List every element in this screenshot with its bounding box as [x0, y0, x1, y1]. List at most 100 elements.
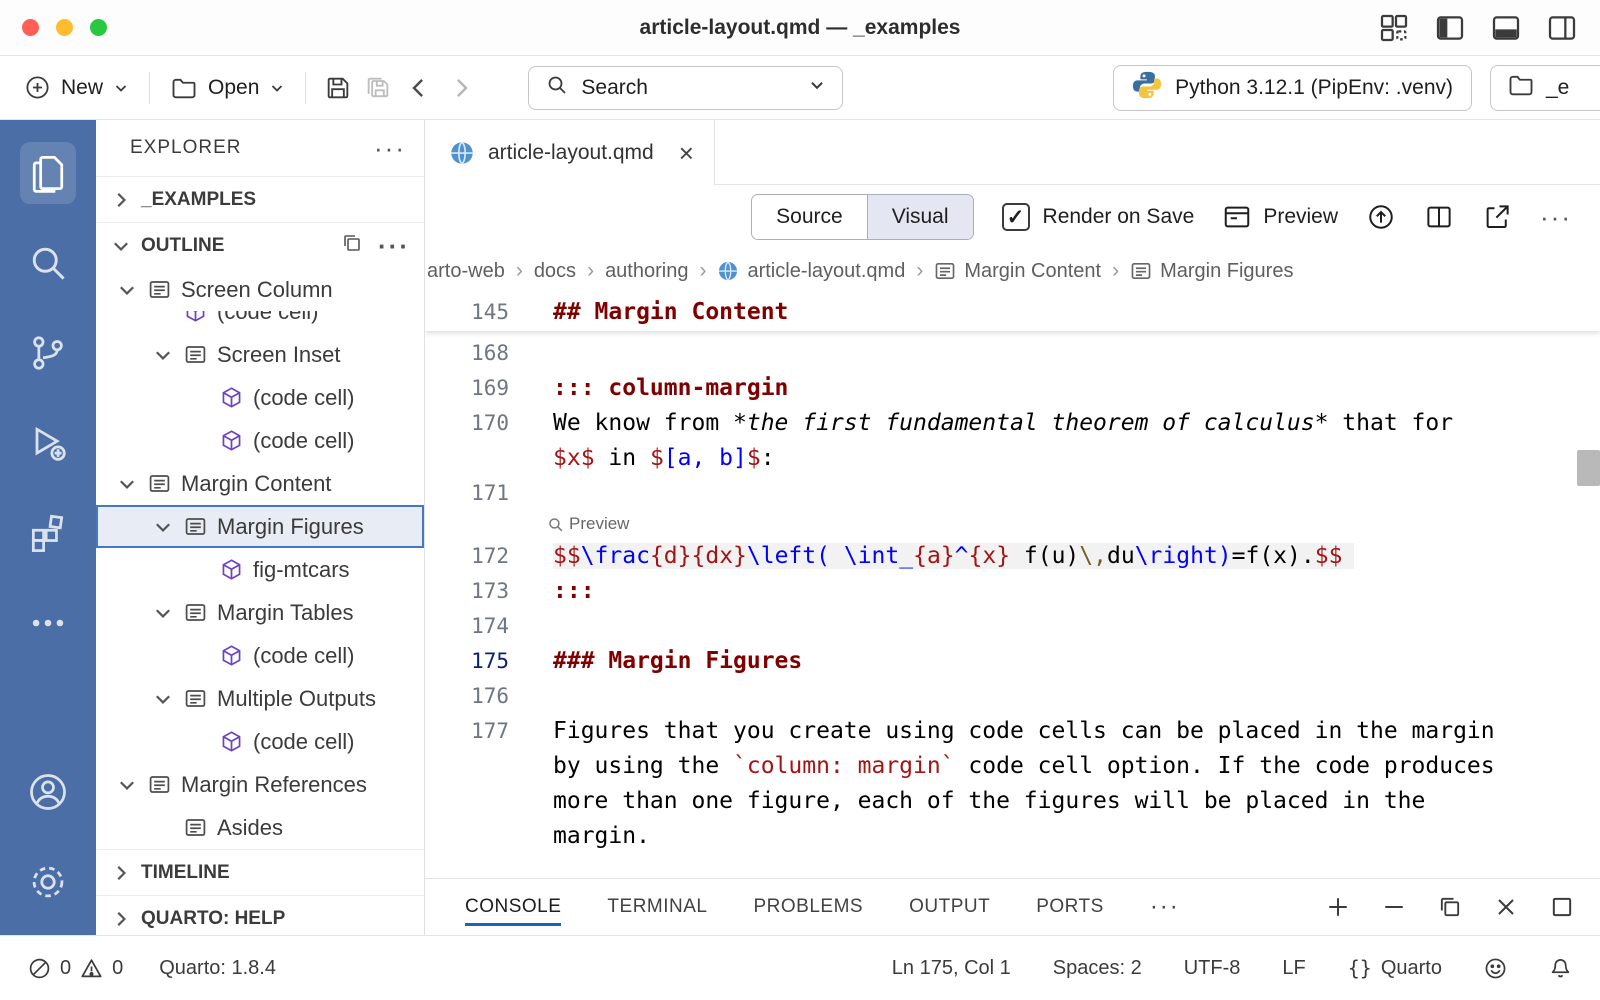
section-outline[interactable]: OUTLINE ··· [96, 222, 424, 268]
activity-extensions[interactable] [0, 488, 96, 578]
notifications-button[interactable] [1549, 957, 1572, 980]
panel-more-icon[interactable]: ··· [1150, 893, 1180, 921]
outline-item-code-cell[interactable]: (code cell) [96, 376, 424, 419]
customize-layout-icon[interactable] [1378, 12, 1410, 44]
code-line-168[interactable]: 168 [425, 335, 1600, 370]
outline-item-screen-inset[interactable]: Screen Inset [96, 333, 424, 376]
navigate-forward-button[interactable] [440, 67, 482, 109]
quarto-version-status[interactable]: Quarto: 1.8.4 [159, 957, 276, 980]
section-quarto-help-label: QUARTO: HELP [141, 908, 285, 930]
activity-more[interactable] [0, 578, 96, 668]
zoom-window-button[interactable] [90, 19, 107, 36]
preview-button[interactable]: Preview [1222, 202, 1338, 232]
panel-tab-console[interactable]: CONSOLE [465, 879, 561, 935]
toggle-primary-sidebar-icon[interactable] [1434, 12, 1466, 44]
publish-icon[interactable] [1366, 202, 1396, 232]
code-line-wrap[interactable]: $x$ in $[a, b]$: [425, 440, 1600, 475]
outline-item-margin-content[interactable]: Margin Content [96, 462, 424, 505]
indentation-status[interactable]: Spaces: 2 [1053, 957, 1142, 980]
outline-item-margin-references[interactable]: Margin References [96, 763, 424, 806]
editor-scrollbar[interactable] [1577, 450, 1600, 486]
code-line-177[interactable]: 177Figures that you create using code ce… [425, 713, 1600, 748]
more-actions-icon[interactable]: ··· [1540, 204, 1572, 230]
more-actions-icon[interactable]: ··· [378, 233, 410, 259]
code-line-wrap[interactable]: by using the `column: margin` code cell … [425, 748, 1600, 783]
panel-duplicate-icon[interactable] [1436, 893, 1464, 921]
code-line-wrap[interactable]: more than one figure, each of the figure… [425, 783, 1600, 818]
panel-tab-problems[interactable]: PROBLEMS [754, 879, 864, 935]
feedback-button[interactable] [1484, 957, 1507, 980]
toggle-panel-icon[interactable] [1490, 12, 1522, 44]
breadcrumb-margin-figures[interactable]: Margin Figures [1130, 260, 1293, 283]
encoding-status[interactable]: UTF-8 [1184, 957, 1241, 980]
panel-minimize-icon[interactable] [1380, 893, 1408, 921]
visual-mode-button[interactable]: Visual [867, 195, 973, 239]
breadcrumb-authoring[interactable]: authoring [605, 260, 688, 283]
open-button[interactable]: Open [162, 68, 293, 108]
source-mode-button[interactable]: Source [752, 195, 867, 239]
close-tab-icon[interactable]: × [679, 140, 694, 166]
panel-tab-terminal[interactable]: TERMINAL [607, 879, 707, 935]
section-timeline[interactable]: TIMELINE [96, 849, 424, 895]
new-button[interactable]: New [16, 68, 137, 107]
code-line-145[interactable]: 145## Margin Content [425, 293, 1600, 331]
activity-source-control[interactable] [0, 308, 96, 398]
more-actions-icon[interactable]: ··· [374, 135, 406, 161]
outline-item-code-cell[interactable]: (code cell) [96, 311, 424, 333]
eol-status[interactable]: LF [1282, 957, 1305, 980]
global-search-input[interactable]: Search [528, 66, 843, 110]
settings-button[interactable] [0, 837, 96, 927]
panel-plus-icon[interactable] [1324, 893, 1352, 921]
outline-item-asides[interactable]: Asides [96, 806, 424, 849]
code-line-172[interactable]: 172$$\frac{d}{dx}\left( \int_{a}^{x} f(u… [425, 538, 1600, 573]
outline-item-margin-tables[interactable]: Margin Tables [96, 591, 424, 634]
panel-close-icon[interactable] [1492, 893, 1520, 921]
code-line-169[interactable]: 169::: column-margin [425, 370, 1600, 405]
outline-item-code-cell[interactable]: (code cell) [96, 720, 424, 763]
render-on-save-checkbox[interactable]: ✓ Render on Save [1002, 203, 1195, 231]
breadcrumb-margin-content[interactable]: Margin Content [934, 260, 1101, 283]
outline-item-code-cell[interactable]: (code cell) [96, 634, 424, 677]
section-examples[interactable]: _EXAMPLES [96, 176, 424, 222]
open-external-icon[interactable] [1482, 202, 1512, 232]
problems-status[interactable]: 0 0 [28, 957, 123, 980]
split-editor-icon[interactable] [1424, 202, 1454, 232]
code-line-170[interactable]: 170We know from *the first fundamental t… [425, 405, 1600, 440]
save-all-button[interactable] [358, 68, 398, 108]
code-editor[interactable]: 145## Margin Content168169::: column-mar… [425, 293, 1600, 878]
panel-maximize-icon[interactable] [1548, 893, 1576, 921]
breadcrumb-article-layout-qmd[interactable]: article-layout.qmd [717, 260, 905, 283]
math-preview-toggle[interactable]: Preview [425, 510, 1600, 538]
panel-tab-output[interactable]: OUTPUT [909, 879, 990, 935]
panel-tab-ports[interactable]: PORTS [1036, 879, 1104, 935]
navigate-back-button[interactable] [398, 67, 440, 109]
language-mode-status[interactable]: {} Quarto [1348, 956, 1442, 980]
activity-run-debug[interactable] [0, 398, 96, 488]
activity-explorer[interactable] [0, 128, 96, 218]
minimize-window-button[interactable] [56, 19, 73, 36]
account-button[interactable] [0, 747, 96, 837]
interpreter-selector[interactable]: Python 3.12.1 (PipEnv: .venv) [1113, 65, 1472, 111]
outline-item-screen-column[interactable]: Screen Column [96, 268, 424, 311]
outline-item-code-cell[interactable]: (code cell) [96, 419, 424, 462]
toggle-secondary-sidebar-icon[interactable] [1546, 12, 1578, 44]
cursor-position-status[interactable]: Ln 175, Col 1 [892, 957, 1011, 980]
outline-item-margin-figures[interactable]: Margin Figures [96, 505, 424, 548]
code-line-175[interactable]: 175### Margin Figures [425, 643, 1600, 678]
breadcrumb-arto-web[interactable]: arto-web [427, 260, 505, 283]
outline-item-multiple-outputs[interactable]: Multiple Outputs [96, 677, 424, 720]
tab-article-layout[interactable]: article-layout.qmd × [425, 120, 715, 185]
outline-item-fig-mtcars[interactable]: fig-mtcars [96, 548, 424, 591]
code-line-wrap[interactable]: margin. [425, 818, 1600, 853]
close-window-button[interactable] [22, 19, 39, 36]
workspace-button[interactable]: _e [1490, 65, 1600, 111]
save-button[interactable] [318, 68, 358, 108]
code-line-174[interactable]: 174 [425, 608, 1600, 643]
activity-search[interactable] [0, 218, 96, 308]
collapse-all-icon[interactable] [340, 231, 364, 261]
code-line-171[interactable]: 171 [425, 475, 1600, 510]
breadcrumb-docs[interactable]: docs [534, 260, 576, 283]
section-quarto-help[interactable]: QUARTO: HELP [96, 895, 424, 935]
code-line-176[interactable]: 176 [425, 678, 1600, 713]
code-line-173[interactable]: 173::: [425, 573, 1600, 608]
